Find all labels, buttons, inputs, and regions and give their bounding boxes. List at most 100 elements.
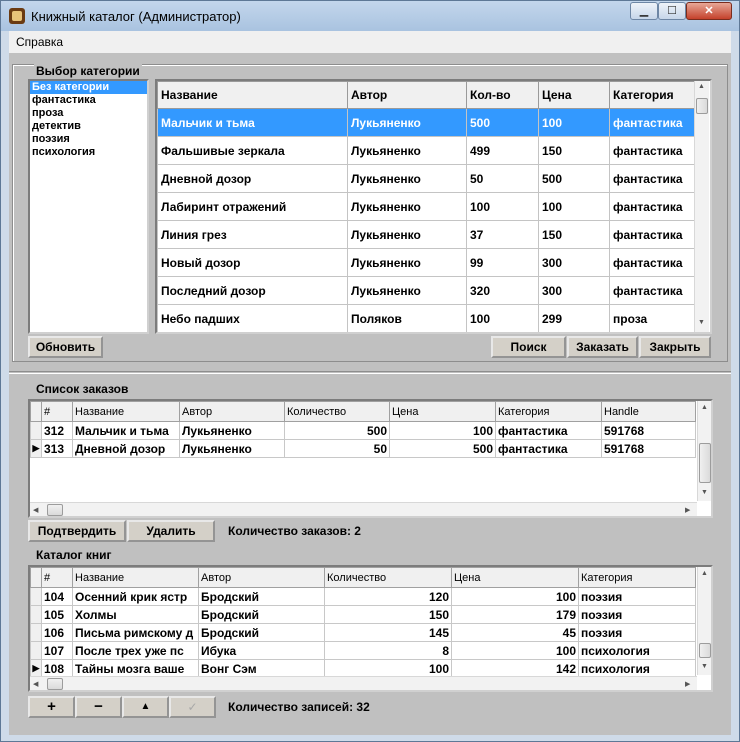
column-header[interactable]: Цена xyxy=(538,81,610,109)
table-cell: 142 xyxy=(451,659,579,678)
row-indicator xyxy=(30,605,42,624)
category-item[interactable]: фантастика xyxy=(30,94,147,107)
order-button[interactable]: Заказать xyxy=(567,336,638,358)
column-header[interactable]: # xyxy=(41,567,73,588)
table-cell: 100 xyxy=(538,108,610,137)
table-row[interactable]: Мальчик и тьма Лукьяненко 500 100 фантастика xyxy=(157,108,697,137)
table-cell: 300 xyxy=(538,276,610,305)
row-indicator: ▶ xyxy=(30,659,42,678)
scroll-right-arrow-icon[interactable]: ▶ xyxy=(685,506,690,514)
table-row[interactable]: 106 Письма римскому д Бродский 145 45 поэзия xyxy=(30,623,696,642)
table-cell: 150 xyxy=(324,605,452,624)
delete-button[interactable]: Удалить xyxy=(127,520,215,542)
books-vertical-scrollbar[interactable]: ▲ ▼ xyxy=(694,81,709,332)
table-row[interactable]: Фальшивые зеркала Лукьяненко 499 150 фантаст… xyxy=(157,136,697,165)
menu-help[interactable]: Справка xyxy=(16,35,63,49)
table-row[interactable]: Новый дозор Лукьяненко 99 300 фантастика xyxy=(157,248,697,277)
close-button[interactable]: Закрыть xyxy=(639,336,711,358)
column-header[interactable]: Название xyxy=(157,81,348,109)
scroll-up-arrow-icon[interactable]: ▲ xyxy=(701,570,708,577)
scroll-up-arrow-icon[interactable]: ▲ xyxy=(701,404,708,411)
table-row[interactable]: ▶ 108 Тайны мозга ваше Вонг Сэм 100 142 психол… xyxy=(30,659,696,678)
table-row[interactable]: Небо падших Поляков 100 299 проза xyxy=(157,304,697,332)
catalog-horizontal-scrollbar[interactable]: ◀ ▶ xyxy=(30,676,697,690)
nav-delete-button[interactable]: − xyxy=(75,696,122,718)
table-cell: Бродский xyxy=(198,623,325,642)
refresh-button[interactable]: Обновить xyxy=(28,336,103,358)
category-item[interactable]: детектив xyxy=(30,120,147,133)
scroll-left-arrow-icon[interactable]: ◀ xyxy=(33,506,38,514)
scroll-down-arrow-icon[interactable]: ▼ xyxy=(698,319,705,326)
category-item[interactable]: Без категории xyxy=(30,81,147,94)
table-cell: 100 xyxy=(538,192,610,221)
column-header[interactable]: Кол-во xyxy=(466,81,539,109)
minimize-button[interactable]: ▁ xyxy=(630,2,658,20)
catalog-hscroll-thumb[interactable] xyxy=(47,678,63,690)
category-item[interactable]: проза xyxy=(30,107,147,120)
column-header[interactable]: Категория xyxy=(578,567,696,588)
scroll-left-arrow-icon[interactable]: ◀ xyxy=(33,680,38,688)
scroll-down-arrow-icon[interactable]: ▼ xyxy=(701,663,708,670)
catalog-grid[interactable]: # Название Автор Количество Цена Категория 10… xyxy=(28,565,713,692)
category-item[interactable]: поэзия xyxy=(30,133,147,146)
confirm-button[interactable]: Подтвердить xyxy=(28,520,126,542)
column-header[interactable]: # xyxy=(41,401,73,422)
table-row[interactable]: Дневной дозор Лукьяненко 50 500 фантастика xyxy=(157,164,697,193)
table-row[interactable]: 104 Осенний крик ястр Бродский 120 100 поэзия xyxy=(30,587,696,606)
search-button[interactable]: Поиск xyxy=(491,336,566,358)
table-cell: 150 xyxy=(538,136,610,165)
column-header[interactable]: Автор xyxy=(198,567,325,588)
column-header[interactable]: Количество xyxy=(284,401,390,422)
table-cell: фантастика xyxy=(495,439,602,458)
table-cell: Осенний крик ястр xyxy=(72,587,199,606)
table-row[interactable]: 107 После трех уже пс Ибука 8 100 психология xyxy=(30,641,696,660)
orders-grid[interactable]: # Название Автор Количество Цена Категория Han… xyxy=(28,399,713,518)
client-area: Выбор категории Без категории фантастика п… xyxy=(9,53,731,735)
scroll-down-arrow-icon[interactable]: ▼ xyxy=(701,489,708,496)
table-cell: 100 xyxy=(539,333,610,335)
table-row[interactable]: ▶ 313 Дневной дозор Лукьяненко 50 500 фантасти… xyxy=(30,439,696,458)
catalog-vertical-scrollbar[interactable]: ▲ ▼ xyxy=(697,567,711,675)
table-cell: фантастика xyxy=(609,220,697,249)
table-cell: Лукьяненко xyxy=(179,439,285,458)
table-cell: 145 xyxy=(324,623,452,642)
orders-scroll-thumb[interactable] xyxy=(699,443,711,483)
column-header[interactable]: Категория xyxy=(609,81,697,109)
column-header[interactable]: Название xyxy=(72,567,199,588)
books-grid[interactable]: Название Автор Кол-во Цена Категория Мальчик… xyxy=(155,79,712,334)
maximize-button[interactable]: ☐ xyxy=(658,2,686,20)
table-row[interactable]: Последний дозор Лукьяненко 320 300 фантастик… xyxy=(157,276,697,305)
table-row[interactable]: Гипсовый трубачПоляков100100проза xyxy=(158,333,697,335)
title-bar[interactable]: Книжный каталог (Администратор) ▁ ☐ ✕ xyxy=(1,1,739,31)
scroll-right-arrow-icon[interactable]: ▶ xyxy=(685,680,690,688)
column-header[interactable]: Количество xyxy=(324,567,452,588)
nav-post-button[interactable]: ✓ xyxy=(169,696,216,718)
orders-vertical-scrollbar[interactable]: ▲ ▼ xyxy=(697,401,711,501)
scroll-up-arrow-icon[interactable]: ▲ xyxy=(698,83,705,90)
splitter[interactable] xyxy=(9,371,731,374)
nav-up-button[interactable]: ▲ xyxy=(122,696,169,718)
column-header[interactable]: Автор xyxy=(347,81,467,109)
category-item[interactable]: психология xyxy=(30,146,147,159)
table-row[interactable]: 312 Мальчик и тьма Лукьяненко 500 100 фантаст… xyxy=(30,421,696,440)
column-header[interactable]: Название xyxy=(72,401,180,422)
table-row[interactable]: Линия грез Лукьяненко 37 150 фантастика xyxy=(157,220,697,249)
orders-horizontal-scrollbar[interactable]: ◀ ▶ xyxy=(30,502,697,516)
orders-hscroll-thumb[interactable] xyxy=(47,504,63,516)
book-app-icon xyxy=(9,8,25,24)
catalog-scroll-thumb[interactable] xyxy=(699,643,711,658)
menu-bar: Справка xyxy=(9,31,731,54)
column-header[interactable]: Автор xyxy=(179,401,285,422)
close-window-button[interactable]: ✕ xyxy=(686,2,732,20)
column-header[interactable]: Цена xyxy=(451,567,579,588)
table-row[interactable]: 105 Холмы Бродский 150 179 поэзия xyxy=(30,605,696,624)
column-header[interactable]: Цена xyxy=(389,401,496,422)
table-row[interactable]: Лабиринт отражений Лукьяненко 100 100 фантас… xyxy=(157,192,697,221)
row-indicator xyxy=(30,641,42,660)
category-listbox[interactable]: Без категории фантастика проза детектив поэз… xyxy=(28,79,149,334)
books-scroll-thumb[interactable] xyxy=(696,98,708,114)
nav-add-button[interactable]: + xyxy=(28,696,75,718)
column-header[interactable]: Handle xyxy=(601,401,696,422)
column-header[interactable]: Категория xyxy=(495,401,602,422)
table-cell: фантастика xyxy=(609,276,697,305)
